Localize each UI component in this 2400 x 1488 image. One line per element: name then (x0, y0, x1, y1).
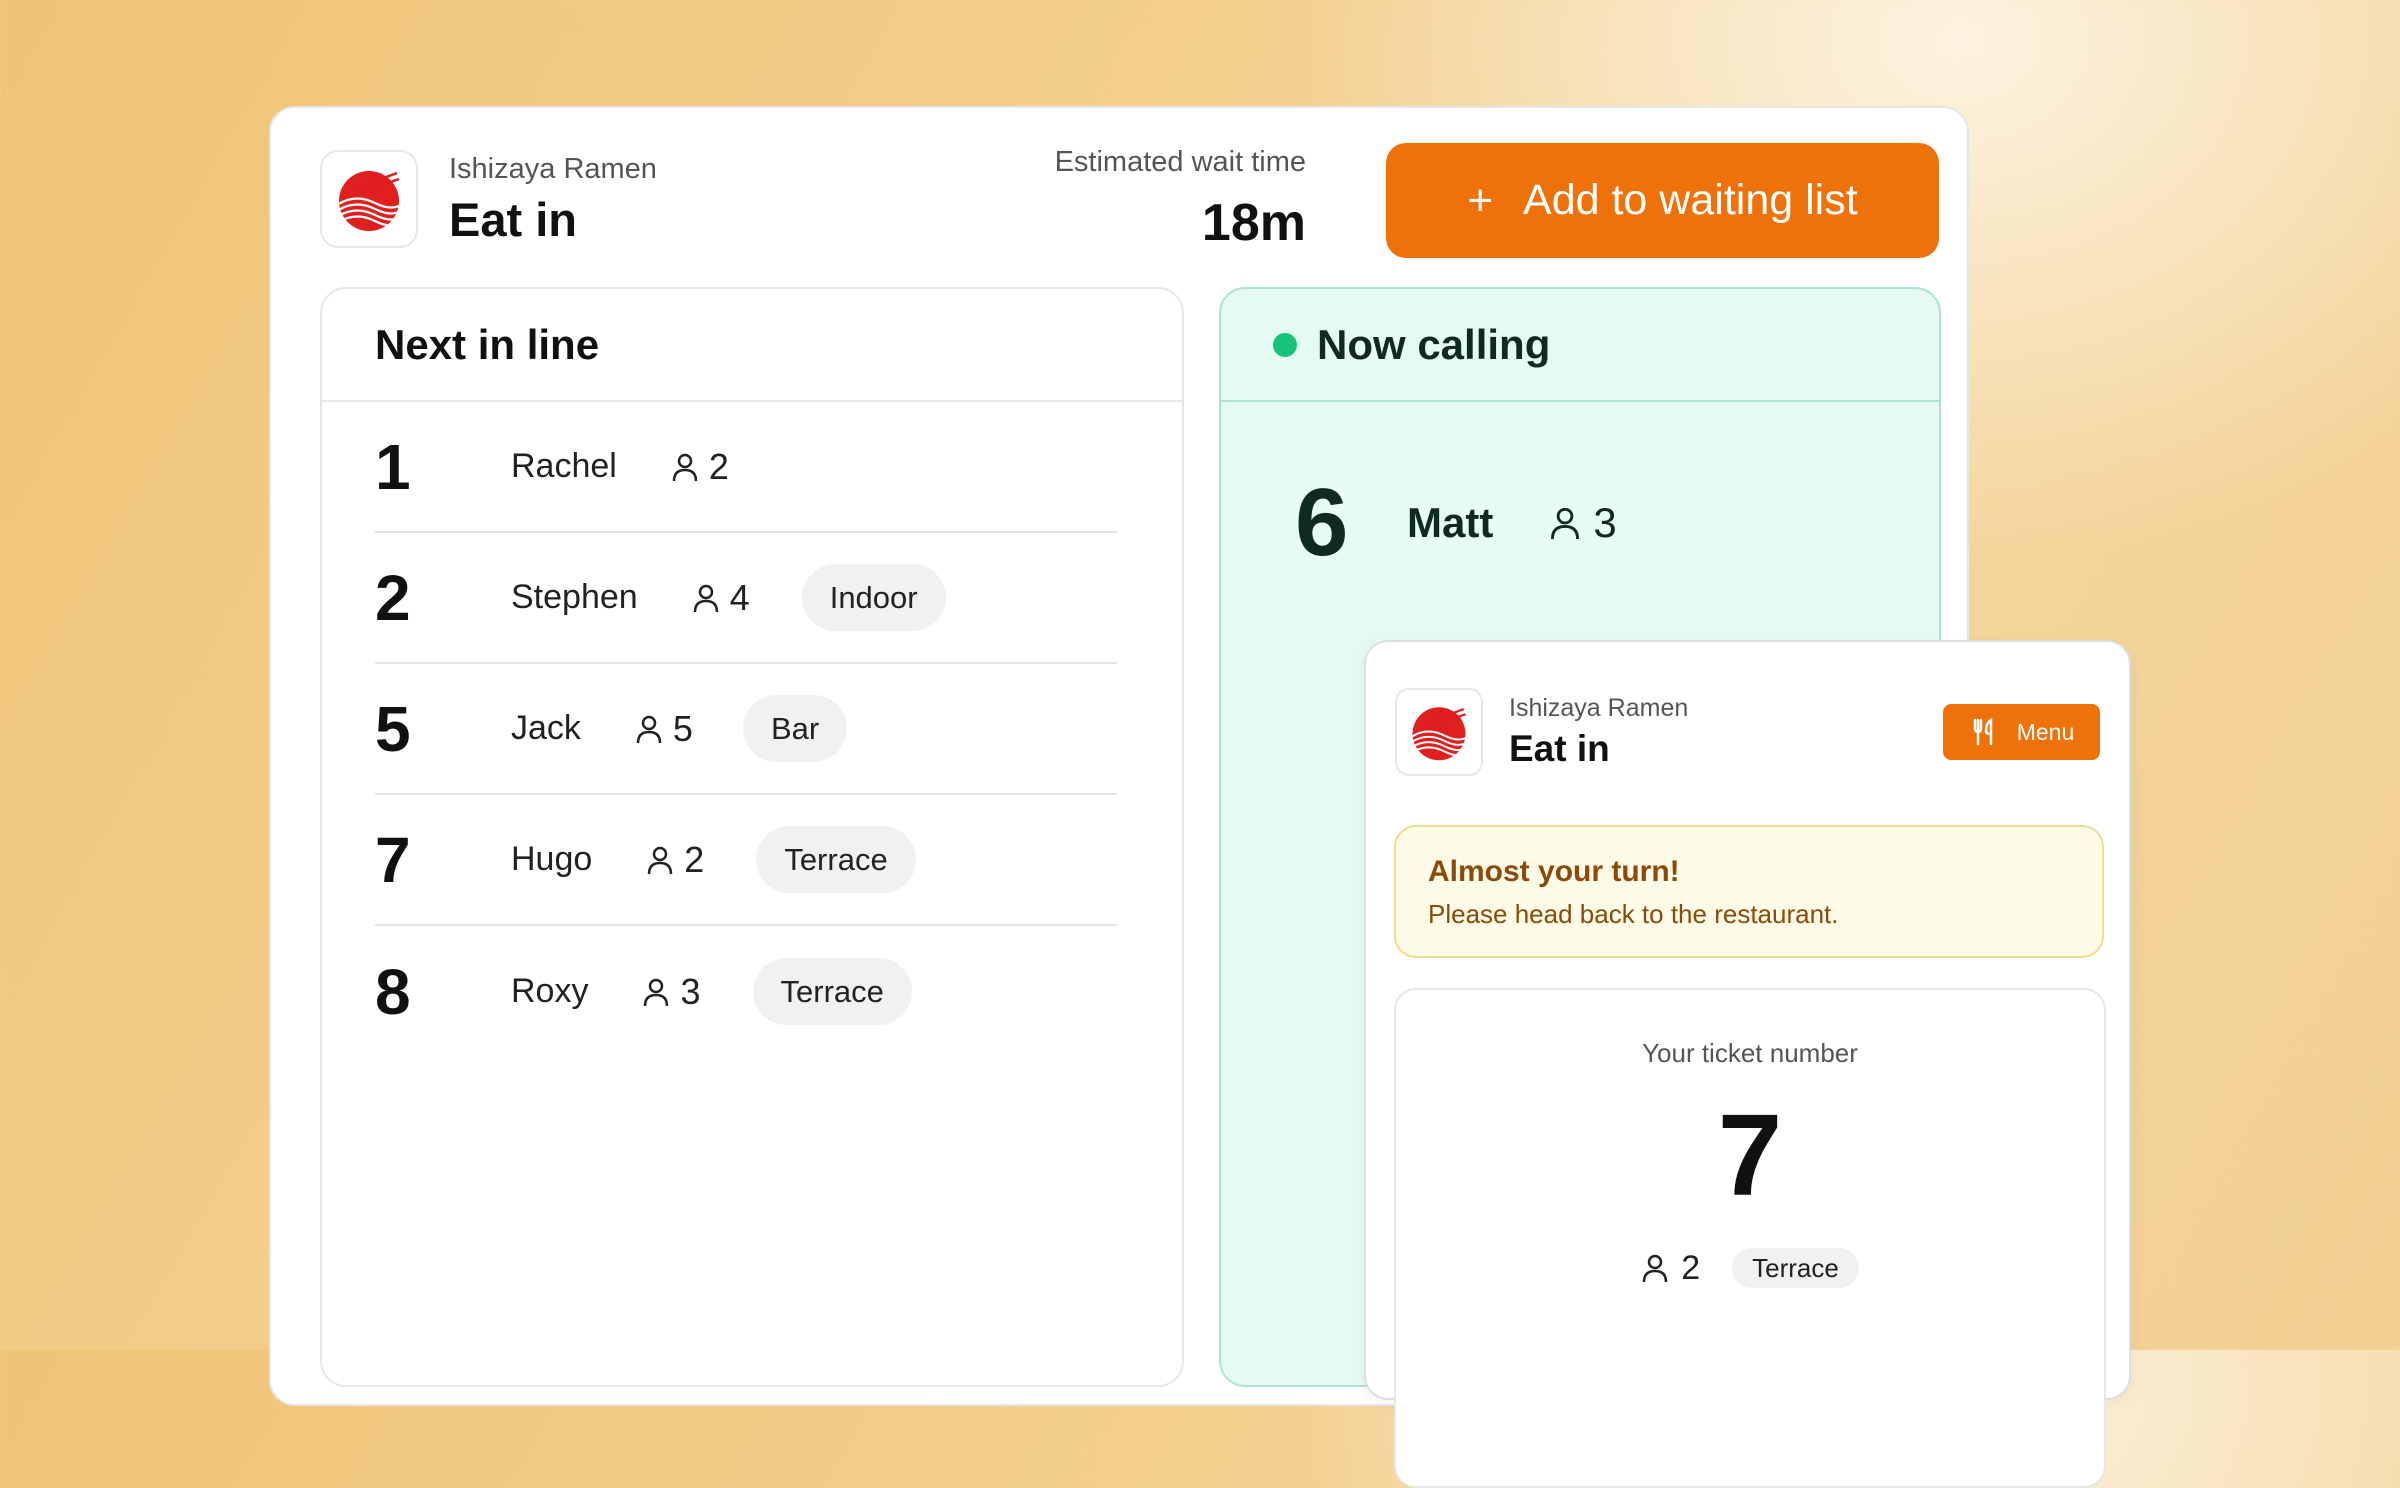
seating-tag: Indoor (801, 564, 946, 631)
queue-number: 2 (375, 561, 411, 634)
party-size: 2 (646, 839, 704, 881)
seating-tag: Terrace (1732, 1248, 1859, 1288)
restaurant-logo (1395, 688, 1483, 776)
ticket-number: 7 (1717, 1090, 1783, 1220)
queue-row[interactable]: 8 Roxy 3 Terrace (375, 926, 1117, 1057)
seating-tag: Bar (742, 695, 848, 762)
queue-number: 7 (375, 823, 411, 896)
alert-title: Almost your turn! (1428, 855, 1680, 888)
fork-knife-icon (1973, 717, 1992, 746)
menu-button[interactable]: Menu (1943, 704, 2100, 760)
restaurant-name: Ishizaya Ramen (1509, 694, 1689, 722)
party-size: 5 (635, 708, 693, 750)
called-guest-card[interactable]: 6 Matt 3 (1257, 439, 1903, 607)
guest-name: Hugo (511, 840, 593, 878)
now-calling-header: Now calling (1221, 289, 1939, 402)
now-calling-title: Now calling (1317, 320, 1551, 368)
called-party-size: 3 (1549, 499, 1617, 547)
queue-number: 5 (375, 692, 411, 765)
person-icon (636, 715, 662, 743)
add-to-waiting-list-button[interactable]: + Add to waiting list (1386, 143, 1939, 258)
service-mode-title: Eat in (1509, 728, 1610, 769)
alert-message: Please head back to the restaurant. (1428, 899, 1839, 929)
party-size: 3 (642, 971, 701, 1013)
ticket-details: 2 Terrace (1396, 1248, 2104, 1288)
customer-ticket-view: Ishizaya Ramen Eat in Menu Almost your t… (1364, 640, 2131, 1488)
guest-name: Rachel (511, 447, 617, 485)
wait-time-value: 18m (1201, 194, 1306, 252)
person-icon (648, 846, 673, 874)
plus-icon: + (1467, 175, 1494, 225)
queue-number: 8 (375, 955, 411, 1028)
party-size: 4 (692, 577, 750, 619)
party-size: 2 (671, 446, 729, 488)
guest-name: Roxy (511, 972, 589, 1010)
ramen-logo-icon (1412, 707, 1466, 761)
restaurant-logo (320, 150, 418, 248)
wait-time-label: Estimated wait time (1054, 146, 1306, 178)
queue-number: 1 (375, 430, 411, 503)
restaurant-name: Ishizaya Ramen (449, 153, 657, 185)
guest-name: Jack (511, 709, 581, 747)
turn-alert: Almost your turn! Please head back to th… (1394, 825, 2104, 958)
ticket-label: Your ticket number (1642, 1038, 1858, 1068)
queue-row[interactable]: 2 Stephen 4 Indoor (375, 533, 1117, 664)
menu-label: Menu (2016, 718, 2075, 745)
queue-row[interactable]: 7 Hugo 2 Terrace (375, 795, 1117, 926)
queue-row[interactable]: 5 Jack 5 Bar (375, 664, 1117, 795)
service-mode-title: Eat in (449, 193, 577, 246)
status-dot-icon (1273, 332, 1297, 357)
called-number: 6 (1295, 469, 1349, 576)
seating-tag: Terrace (752, 958, 912, 1025)
person-icon (1551, 507, 1580, 540)
person-icon (644, 978, 669, 1006)
queue-row[interactable]: 1 Rachel 2 (375, 402, 1117, 533)
person-icon (672, 453, 698, 481)
ramen-logo-icon (339, 171, 400, 231)
seating-tag: Terrace (756, 826, 916, 893)
person-icon (1642, 1254, 1668, 1283)
person-icon (693, 584, 718, 612)
next-in-line-title: Next in line (322, 289, 1182, 402)
called-guest-name: Matt (1407, 499, 1494, 546)
party-size: 2 (1641, 1249, 1700, 1288)
next-in-line-panel: Next in line 1 Rachel 2 2 Stephen 4 Indo… (320, 287, 1184, 1387)
guest-name: Stephen (511, 578, 638, 616)
add-button-label: Add to waiting list (1523, 176, 1858, 224)
ticket-card: Your ticket number 7 2 Terrace (1394, 988, 2106, 1488)
